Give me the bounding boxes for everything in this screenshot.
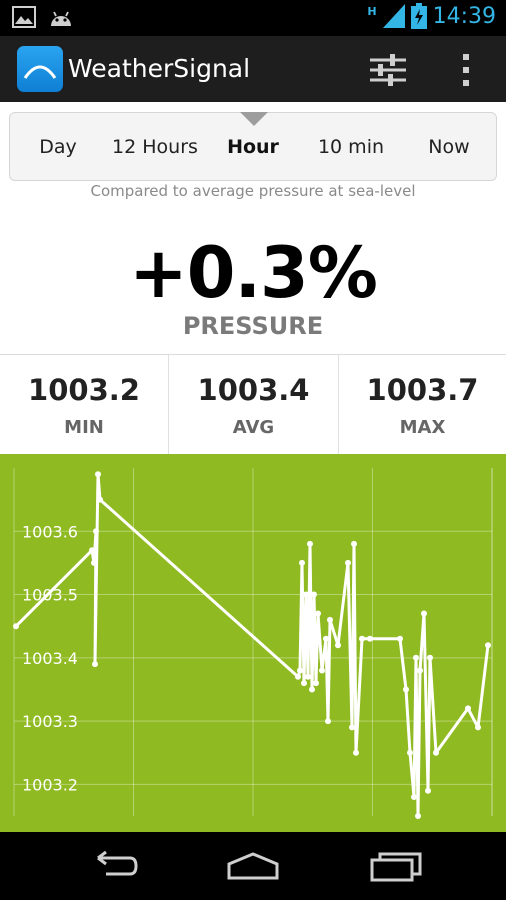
stat-avg: 1003.4 AVG xyxy=(168,355,338,455)
pressure-data-point xyxy=(89,547,95,554)
stat-avg-label: AVG xyxy=(232,417,275,438)
pressure-data-point xyxy=(415,813,421,819)
pressure-change-value: +0.3% xyxy=(129,232,378,314)
signal-icon xyxy=(382,4,405,28)
pressure-data-point xyxy=(417,667,423,674)
pressure-data-point xyxy=(309,686,315,693)
pressure-data-point xyxy=(421,610,427,617)
clock: 14:39 xyxy=(432,3,496,29)
pressure-data-point xyxy=(485,642,491,649)
range-option-12-hours[interactable]: 12 Hours xyxy=(106,113,204,182)
y-tick-label: 1003.6 xyxy=(22,522,78,541)
home-icon[interactable] xyxy=(223,848,283,884)
pressure-data-point xyxy=(91,559,97,566)
pressure-data-point xyxy=(311,591,317,598)
range-option-day[interactable]: Day xyxy=(10,113,106,182)
pressure-data-point xyxy=(411,794,417,800)
pressure-data-point xyxy=(307,540,313,547)
pressure-data-point xyxy=(313,680,319,687)
pressure-data-point xyxy=(303,591,309,598)
pressure-data-point xyxy=(335,642,341,649)
pressure-series-line xyxy=(14,472,490,818)
pressure-label: PRESSURE xyxy=(182,312,324,340)
stat-min-value: 1003.2 xyxy=(28,373,140,407)
pressure-data-point xyxy=(13,623,19,630)
pressure-chart[interactable]: 1003.6 1003.5 1003.4 1003.3 1003.2 xyxy=(0,454,506,832)
pressure-data-point xyxy=(295,673,301,680)
pressure-data-point xyxy=(319,667,325,674)
action-bar: WeatherSignal xyxy=(0,36,506,102)
weather-arc-icon[interactable] xyxy=(17,46,63,92)
pressure-data-point xyxy=(323,635,329,642)
pressure-data-point xyxy=(327,616,333,623)
pressure-data-point xyxy=(433,749,439,756)
pressure-data-point xyxy=(349,724,355,731)
pressure-data-point xyxy=(397,635,403,642)
range-option-now[interactable]: Now xyxy=(400,113,498,182)
pressure-data-point xyxy=(465,705,471,712)
pressure-data-point xyxy=(475,724,481,731)
stat-avg-value: 1003.4 xyxy=(197,373,310,407)
back-icon[interactable] xyxy=(84,848,144,884)
y-tick-label: 1003.3 xyxy=(22,712,78,731)
y-tick-label: 1003.4 xyxy=(22,649,78,668)
stat-max-value: 1003.7 xyxy=(366,373,479,407)
pressure-data-point xyxy=(93,528,99,535)
pressure-data-point xyxy=(95,471,101,478)
app-title: WeatherSignal xyxy=(68,54,251,83)
pressure-data-point xyxy=(325,718,331,725)
image-notification-icon xyxy=(12,6,36,28)
pressure-data-point xyxy=(299,559,305,566)
pressure-data-point xyxy=(367,635,373,642)
pressure-data-point xyxy=(301,680,307,687)
pressure-data-point xyxy=(315,610,321,617)
stat-min-label: MIN xyxy=(64,417,104,438)
y-tick-label: 1003.2 xyxy=(22,775,78,794)
network-type-label: H xyxy=(367,5,377,18)
stat-min: 1003.2 MIN xyxy=(0,355,168,455)
pressure-chart-svg: 1003.6 1003.5 1003.4 1003.3 1003.2 xyxy=(13,468,493,819)
android-notification-icon xyxy=(51,11,71,26)
pressure-data-point xyxy=(427,654,433,661)
range-option-10-min[interactable]: 10 min xyxy=(302,113,400,182)
pressure-data-point xyxy=(297,667,303,674)
pressure-data-point xyxy=(425,787,431,794)
pressure-data-point xyxy=(92,661,98,668)
y-tick-label: 1003.5 xyxy=(22,586,78,605)
pressure-data-point xyxy=(403,686,409,693)
pressure-data-point xyxy=(97,496,103,503)
pressure-data-point xyxy=(407,749,413,756)
battery-charging-icon xyxy=(410,3,427,29)
stat-max: 1003.7 MAX xyxy=(338,355,506,455)
navigation-bar xyxy=(0,832,506,900)
stat-max-label: MAX xyxy=(399,417,446,438)
pressure-data-point xyxy=(351,540,357,547)
pressure-data-point xyxy=(413,654,419,661)
pressure-data-point xyxy=(345,559,351,566)
selected-range-pointer xyxy=(240,112,268,126)
pressure-data-point xyxy=(359,635,365,642)
stats-row: 1003.2 MIN 1003.4 AVG 1003.7 MAX xyxy=(0,354,506,455)
overflow-menu-icon[interactable] xyxy=(452,50,480,90)
pressure-data-point xyxy=(305,673,311,680)
recent-apps-icon[interactable] xyxy=(366,848,426,884)
comparison-note: Compared to average pressure at sea-leve… xyxy=(90,182,416,200)
settings-sliders-icon[interactable] xyxy=(366,50,410,90)
pressure-data-point xyxy=(353,749,359,756)
status-bar: H 14:39 xyxy=(0,0,506,36)
